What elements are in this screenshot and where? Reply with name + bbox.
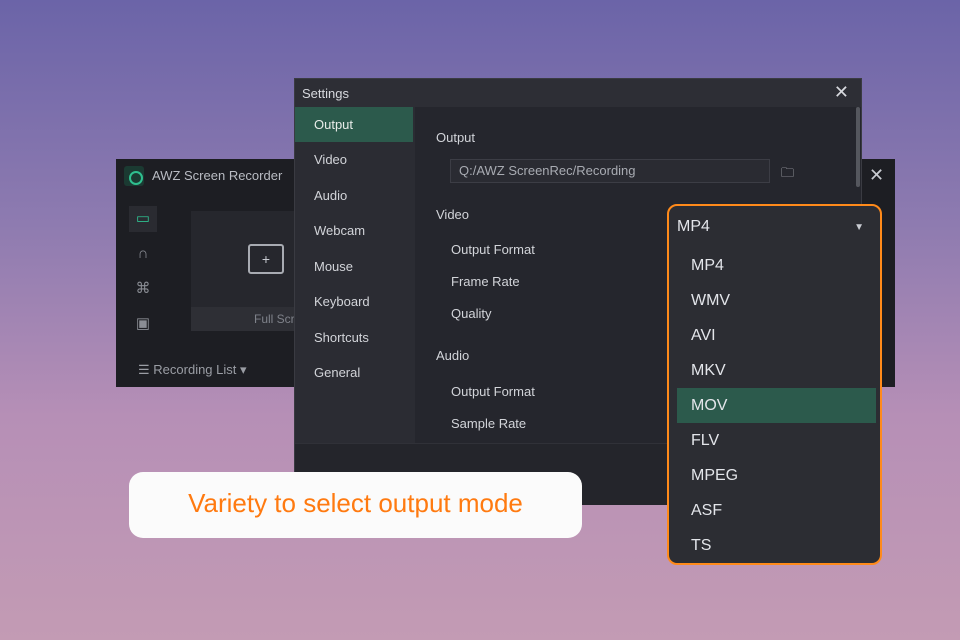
caption-banner: Variety to select output mode (129, 472, 582, 538)
quality-label: Quality (451, 306, 492, 321)
output-path-input[interactable]: Q:/AWZ ScreenRec/Recording (450, 159, 770, 183)
nav-video[interactable]: Video (295, 142, 413, 177)
app-logo-icon (124, 166, 144, 186)
tv-icon[interactable]: ▣ (129, 311, 157, 337)
headphones-icon[interactable]: ∩ (129, 241, 157, 267)
video-output-format-label: Output Format (451, 242, 535, 257)
chevron-down-icon[interactable]: ▼ (854, 222, 864, 233)
folder-icon[interactable]: 🗀 (781, 164, 794, 186)
output-heading: Output (436, 130, 476, 145)
nav-keyboard[interactable]: Keyboard (295, 284, 413, 319)
format-dropdown[interactable]: MP4 ▼ MP4 WMV AVI MKV MOV FLV MPEG ASF T… (667, 204, 882, 565)
option-avi[interactable]: AVI (677, 318, 876, 353)
recorder-title: AWZ Screen Recorder (152, 168, 283, 183)
nav-audio[interactable]: Audio (295, 178, 413, 213)
frame-rate-label: Frame Rate (451, 274, 520, 289)
settings-scrollbar[interactable] (856, 107, 860, 187)
recorder-close-button[interactable]: ✕ (869, 165, 884, 186)
settings-nav: Output Video Audio Webcam Mouse Keyboard… (295, 107, 415, 443)
option-wmv[interactable]: WMV (677, 283, 876, 318)
recording-list-label: Recording List (153, 362, 237, 377)
nav-mouse[interactable]: Mouse (295, 249, 413, 284)
video-heading: Video (436, 207, 470, 222)
settings-title: Settings (295, 79, 861, 107)
option-mp4[interactable]: MP4 (677, 248, 876, 283)
gamepad-icon[interactable]: ⌘ (129, 276, 157, 302)
nav-webcam[interactable]: Webcam (295, 213, 413, 248)
recording-list-button[interactable]: ☰ Recording List ▾ (138, 362, 247, 378)
dropdown-selected-value[interactable]: MP4 (677, 218, 867, 236)
settings-close-button[interactable]: ✕ (834, 82, 849, 103)
sample-rate-label: Sample Rate (451, 416, 527, 431)
option-asf[interactable]: ASF (677, 493, 876, 528)
nav-output[interactable]: Output (295, 107, 413, 142)
option-ts[interactable]: TS (677, 528, 876, 563)
option-flv[interactable]: FLV (677, 423, 876, 458)
screen-monitor-icon[interactable]: ▭ (129, 206, 157, 232)
audio-output-format-label: Output Format (451, 384, 535, 399)
option-mkv[interactable]: MKV (677, 353, 876, 388)
nav-general[interactable]: General (295, 355, 413, 390)
option-mpeg[interactable]: MPEG (677, 458, 876, 493)
nav-shortcuts[interactable]: Shortcuts (295, 320, 413, 355)
option-mov[interactable]: MOV (677, 388, 876, 423)
audio-heading: Audio (436, 348, 470, 363)
full-screen-icon: + (248, 244, 284, 274)
